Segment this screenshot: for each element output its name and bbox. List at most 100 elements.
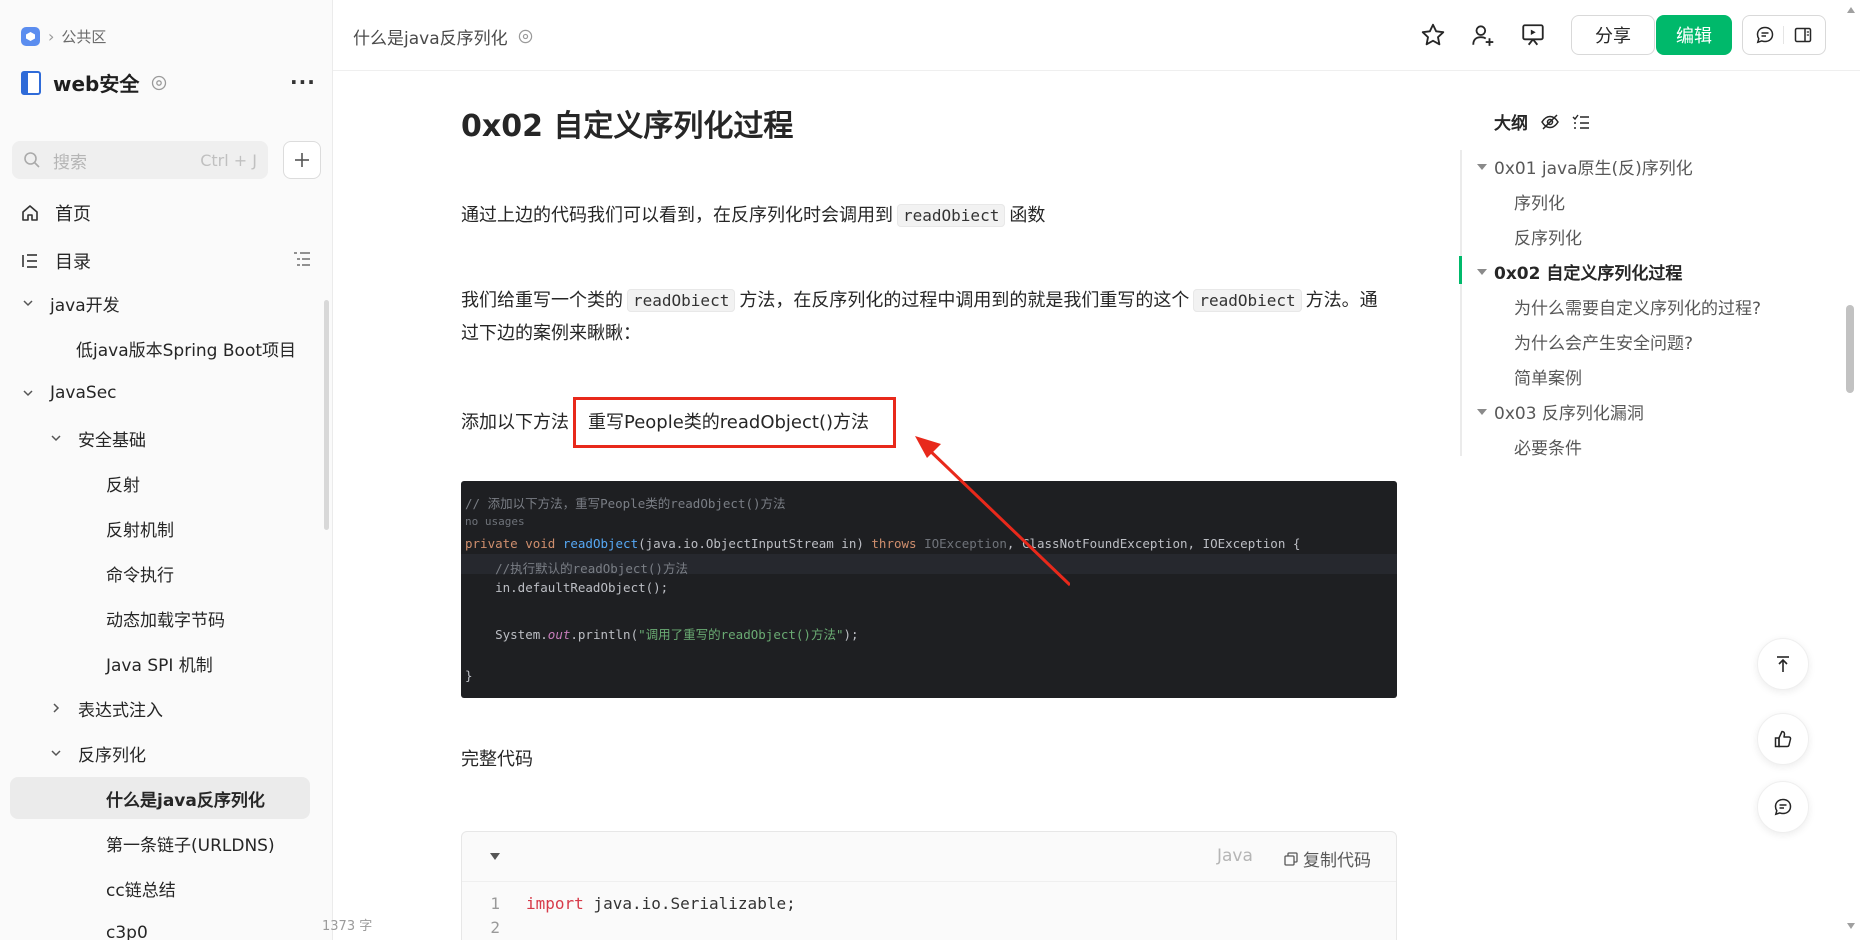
chevron-down-icon[interactable] <box>20 295 36 311</box>
tree-item-label: 表达式注入 <box>78 700 163 721</box>
outline-item-label: 0x03 反序列化漏洞 <box>1494 404 1644 424</box>
tree-item-reflection-mechanism[interactable]: 反射机制 <box>106 507 174 549</box>
nav-home[interactable]: 首页 <box>20 200 91 226</box>
line-number: 1 <box>490 894 500 913</box>
tree-item-command-exec[interactable]: 命令执行 <box>106 552 174 594</box>
word-count: 1373 字 <box>322 919 373 934</box>
code-line: 2 <box>462 918 500 937</box>
breadcrumb-space[interactable]: 公共区 <box>61 26 106 47</box>
doc-title-text: 什么是java反序列化 <box>353 29 508 49</box>
text: 方法，在反序列化的过程中调用到的就是我们重写的这个 <box>739 290 1190 311</box>
code-line: 1 import java.io.Serializable; <box>462 894 795 913</box>
scroll-up-arrow-icon[interactable] <box>1846 6 1856 14</box>
view-toggle-group <box>1742 15 1826 55</box>
code-language-label[interactable]: Java <box>1217 846 1253 866</box>
outline-item[interactable]: 简单案例 <box>1514 364 1582 389</box>
code-line: in.defaultReadObject(); <box>465 580 669 595</box>
paragraph-2: 我们给重写一个类的 readObiect 方法，在反序列化的过程中调用到的就是我们重… <box>461 284 1381 350</box>
outline-item-active[interactable]: 0x02 自定义序列化过程 <box>1477 259 1682 284</box>
outline-level-icon[interactable] <box>1572 114 1590 130</box>
collapse-caret-icon[interactable] <box>490 853 500 860</box>
search-shortcut: Ctrl + J <box>200 150 257 170</box>
copy-icon <box>1284 851 1298 866</box>
tree-item-cc-chain[interactable]: cc链总结 <box>106 867 176 909</box>
back-to-top-button[interactable] <box>1757 638 1809 690</box>
tree-item-dynamic-bytecode[interactable]: 动态加载字节码 <box>106 597 225 639</box>
chevron-right-icon[interactable] <box>48 700 64 716</box>
tree-item-javasec[interactable]: JavaSec <box>20 372 117 414</box>
layout-icon[interactable] <box>1793 25 1813 45</box>
outline-item-label: 0x01 java原生(反)序列化 <box>1494 159 1693 179</box>
outline-header: 大纲 <box>1494 109 1590 134</box>
outline-item-label: 为什么会产生安全问题? <box>1514 334 1694 354</box>
inline-code: readObiect <box>1193 289 1302 312</box>
add-doc-button[interactable] <box>283 141 321 179</box>
text: 函数 <box>1009 205 1046 226</box>
search-placeholder: 搜索 <box>53 152 87 173</box>
tree-item-label: 反射 <box>106 475 140 496</box>
scroll-down-arrow-icon[interactable] <box>1846 922 1856 930</box>
edit-button[interactable]: 编辑 <box>1656 15 1732 55</box>
book-header[interactable]: web安全 <box>21 68 167 97</box>
tree-item-java-dev[interactable]: java开发 <box>20 282 120 324</box>
tree-item-urldns[interactable]: 第一条链子(URLDNS) <box>106 822 275 864</box>
outline-item[interactable]: 序列化 <box>1514 189 1565 214</box>
tree-item-c3p0[interactable]: c3p0 <box>106 912 148 940</box>
tree-item-spring-boot[interactable]: 低java版本Spring Boot项目 <box>76 327 296 369</box>
present-icon[interactable] <box>1520 22 1546 48</box>
text: 我们给重写一个类的 <box>461 290 623 311</box>
chevron-down-icon[interactable] <box>48 430 64 446</box>
copy-code-button[interactable]: 复制代码 <box>1284 846 1371 871</box>
comment-icon <box>1774 798 1792 816</box>
tree-item-what-is-deserialization[interactable]: 什么是java反序列化 <box>10 777 310 819</box>
thumbs-up-icon <box>1774 730 1792 748</box>
star-icon[interactable] <box>1420 22 1446 48</box>
visibility-icon <box>518 29 532 44</box>
caret-down-icon[interactable] <box>1477 408 1487 415</box>
home-icon <box>22 205 38 221</box>
caret-down-icon[interactable] <box>1477 163 1487 170</box>
outline-item[interactable]: 0x03 反序列化漏洞 <box>1477 399 1644 424</box>
tree-item-label: 安全基础 <box>78 430 146 451</box>
add-collaborator-icon[interactable] <box>1470 22 1496 48</box>
divider <box>1783 26 1785 44</box>
chevron-down-icon[interactable] <box>48 745 64 761</box>
page-scrollbar-thumb[interactable] <box>1846 305 1854 393</box>
outline-item[interactable]: 为什么会产生安全问题? <box>1514 329 1693 354</box>
share-button[interactable]: 分享 <box>1571 15 1655 55</box>
search-icon <box>24 152 40 168</box>
book-more-button[interactable]: ··· <box>290 70 316 94</box>
tree-item-label: java开发 <box>50 295 120 316</box>
nav-toc[interactable]: 目录 <box>20 248 91 274</box>
like-button[interactable] <box>1757 713 1809 765</box>
code-line: // 添加以下方法，重写People类的readObject()方法 <box>465 496 786 511</box>
code-token: (java.io.ObjectInputStream in) <box>638 536 872 551</box>
outline-item[interactable]: 必要条件 <box>1514 434 1582 459</box>
sidebar-scrollbar[interactable] <box>324 300 329 530</box>
tree-item-expression-injection[interactable]: 表达式注入 <box>48 687 163 729</box>
tree-item-reflection[interactable]: 反射 <box>106 462 140 504</box>
tree-item-label: 反序列化 <box>78 745 146 766</box>
code-block-header: Java 复制代码 <box>462 832 1396 882</box>
comment-button[interactable] <box>1757 781 1809 833</box>
eye-off-icon[interactable] <box>1540 113 1560 131</box>
tree-item-label: Java SPI 机制 <box>106 655 213 676</box>
caret-down-icon[interactable] <box>1477 268 1487 275</box>
search-input[interactable]: 搜索 Ctrl + J <box>12 141 268 179</box>
code-block: Java 复制代码 1 import java.io.Serializable;… <box>461 831 1397 940</box>
outline-item-label: 0x02 自定义序列化过程 <box>1494 264 1683 284</box>
toc-expand-icon[interactable] <box>292 250 312 268</box>
doc-title: 什么是java反序列化 <box>353 24 533 49</box>
comment-icon[interactable] <box>1755 25 1775 45</box>
tree-item-label: 低java版本Spring Boot项目 <box>76 340 297 361</box>
tree-item-java-spi[interactable]: Java SPI 机制 <box>106 642 213 684</box>
tree-item-security-basics[interactable]: 安全基础 <box>48 417 146 459</box>
list-icon <box>22 254 37 268</box>
outline-item[interactable]: 0x01 java原生(反)序列化 <box>1477 154 1693 179</box>
outline-item[interactable]: 为什么需要自定义序列化的过程? <box>1514 294 1761 319</box>
tree-item-label: c3p0 <box>106 923 148 940</box>
outline-item[interactable]: 反序列化 <box>1514 224 1582 249</box>
tree-item-deserialization[interactable]: 反序列化 <box>48 732 146 774</box>
chevron-down-icon[interactable] <box>20 385 36 401</box>
breadcrumb[interactable]: › 公共区 <box>21 26 106 47</box>
